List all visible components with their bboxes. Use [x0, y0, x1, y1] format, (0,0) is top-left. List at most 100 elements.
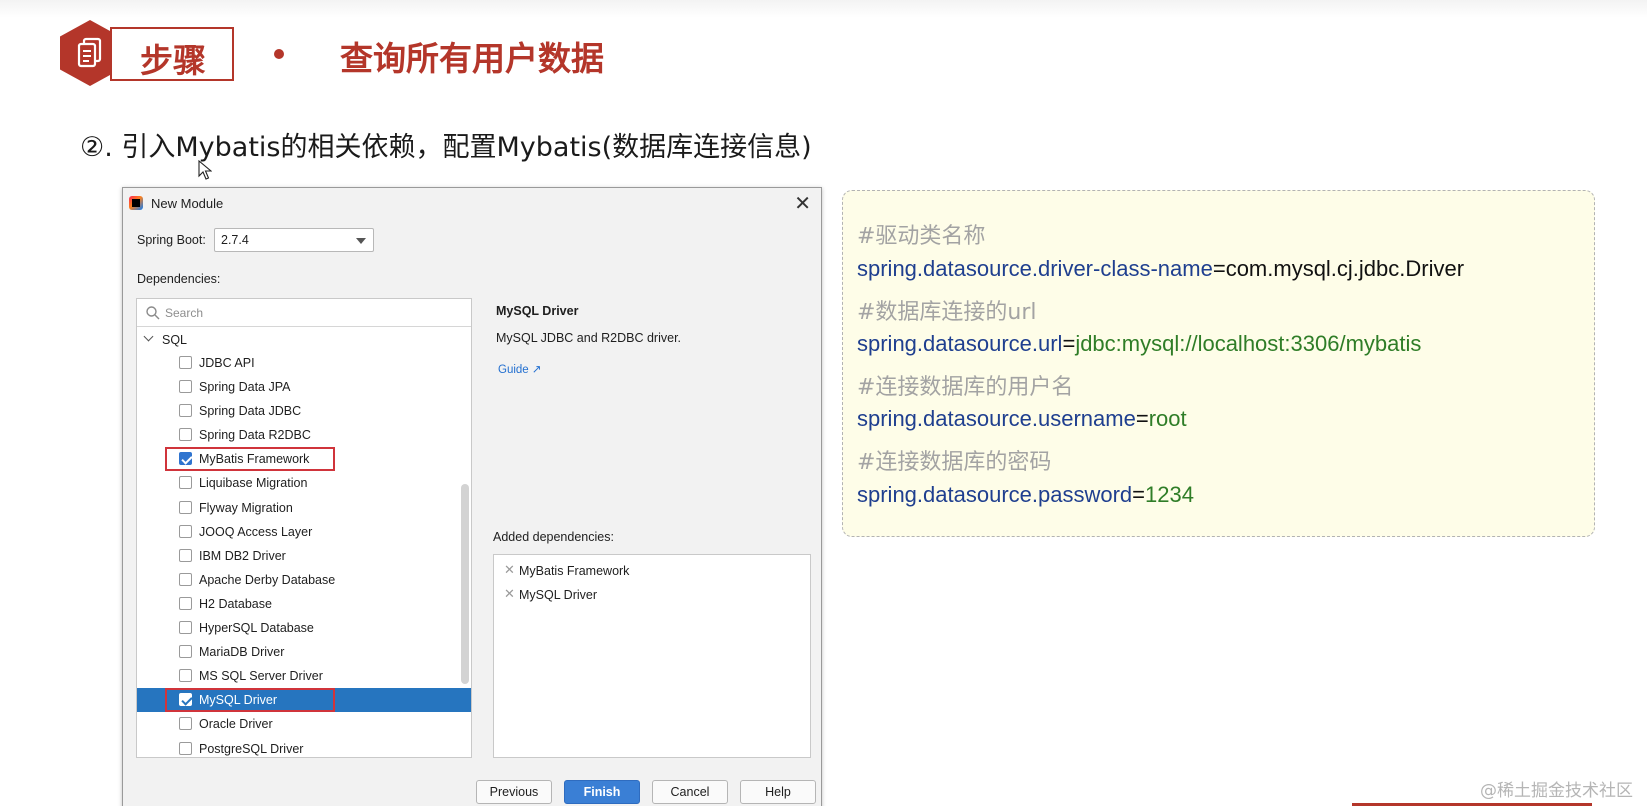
- dependency-list: JDBC API Spring Data JPA Spring Data JDB…: [137, 351, 471, 758]
- document-icon: [77, 37, 102, 68]
- dependency-row[interactable]: H2 Database: [137, 592, 471, 616]
- step-label: 步骤: [140, 41, 206, 80]
- dependency-checkbox[interactable]: [179, 500, 192, 514]
- dependency-label: Liquibase Migration: [199, 476, 308, 491]
- config-equals: =: [1062, 331, 1076, 356]
- dependency-label: MySQL Driver: [199, 693, 278, 708]
- dependency-checkbox[interactable]: [179, 548, 192, 562]
- config-key: spring.datasource.url: [857, 331, 1063, 356]
- dependency-label: JOOQ Access Layer: [199, 524, 313, 539]
- dependency-row[interactable]: Spring Data R2DBC: [137, 423, 471, 447]
- dialog-title-bar: New Module ✕: [123, 188, 821, 218]
- pass-line: spring.datasource.password=1234: [857, 482, 1194, 508]
- chevron-down-icon[interactable]: [143, 331, 154, 342]
- dependency-row[interactable]: Liquibase Migration: [137, 471, 471, 495]
- dependency-checkbox[interactable]: [179, 404, 192, 418]
- dependency-row[interactable]: JOOQ Access Layer: [137, 520, 471, 544]
- user-comment: #连接数据库的用户名: [857, 375, 1074, 400]
- dependency-checkbox[interactable]: [179, 645, 192, 659]
- tree-group-label: SQL: [162, 333, 188, 347]
- tree-group-sql[interactable]: SQL: [137, 327, 471, 351]
- user-line: spring.datasource.username=root: [857, 406, 1187, 432]
- config-value: com.mysql.cj.jdbc.Driver: [1225, 256, 1465, 281]
- dependency-label: Apache Derby Database: [199, 572, 336, 587]
- dependency-label: JDBC API: [199, 356, 255, 370]
- dependency-checkbox[interactable]: [179, 741, 192, 755]
- dependency-row-mybatis[interactable]: MyBatis Framework: [137, 447, 471, 472]
- dependency-checkbox[interactable]: [179, 428, 192, 442]
- dependency-label: H2 Database: [199, 596, 272, 611]
- remove-icon[interactable]: ✕: [504, 586, 515, 602]
- dependency-checkbox[interactable]: [179, 717, 192, 731]
- search-icon: [146, 306, 160, 320]
- dependency-label: MariaDB Driver: [199, 645, 285, 660]
- guide-link[interactable]: Guide ↗: [498, 362, 542, 376]
- dependency-row[interactable]: Spring Data JPA: [137, 375, 471, 399]
- help-button[interactable]: Help: [740, 780, 816, 804]
- dependency-label: Flyway Migration: [199, 500, 293, 515]
- added-dependency-item: ✕ MySQL Driver: [494, 582, 810, 606]
- spring-boot-version-select[interactable]: 2.7.4: [214, 228, 374, 252]
- watermark: @稀土掘金技术社区: [1480, 781, 1633, 801]
- spring-boot-label: Spring Boot:: [137, 233, 206, 247]
- dependency-checkbox[interactable]: [179, 572, 192, 586]
- added-dependency-label: MyBatis Framework: [519, 564, 630, 578]
- dependency-search-input[interactable]: Search: [137, 299, 471, 327]
- dependency-checkbox[interactable]: [179, 356, 192, 369]
- spring-boot-version-value: 2.7.4: [221, 233, 249, 247]
- dependency-row[interactable]: MariaDB Driver: [137, 640, 471, 664]
- finish-button[interactable]: Finish: [564, 780, 640, 804]
- dependency-label: HyperSQL Database: [199, 621, 314, 636]
- config-code-box: #驱动类名称 spring.datasource.driver-class-na…: [842, 190, 1595, 537]
- dependency-checkbox[interactable]: [179, 669, 192, 683]
- config-key: spring.datasource.username: [857, 406, 1136, 431]
- previous-button[interactable]: Previous: [476, 780, 552, 804]
- config-value: 1234: [1145, 482, 1194, 507]
- config-equals: =: [1212, 256, 1226, 281]
- dependency-row[interactable]: HyperSQL Database: [137, 616, 471, 640]
- dependency-row[interactable]: JDBC API: [137, 351, 471, 375]
- dependency-row-mysql-selected[interactable]: MySQL Driver: [137, 688, 471, 713]
- cancel-button[interactable]: Cancel: [652, 780, 728, 804]
- dependency-checkbox[interactable]: [179, 621, 192, 635]
- mouse-cursor-icon: [198, 160, 212, 180]
- dependency-label: Oracle Driver: [199, 717, 273, 732]
- slide-title: 查询所有用户数据: [340, 39, 604, 78]
- url-comment: #数据库连接的url: [857, 300, 1037, 325]
- dependency-checkbox[interactable]: [179, 596, 192, 610]
- url-line: spring.datasource.url=jdbc:mysql://local…: [857, 331, 1421, 357]
- dependency-checkbox-checked[interactable]: [179, 452, 192, 466]
- dependency-label: PostgreSQL Driver: [199, 741, 304, 756]
- dependency-row[interactable]: IBM DB2 Driver: [137, 544, 471, 568]
- config-key: spring.datasource.password: [857, 482, 1133, 507]
- search-placeholder: Search: [165, 306, 204, 320]
- dependency-label: Spring Data JPA: [199, 380, 291, 395]
- dependency-row[interactable]: Oracle Driver: [137, 712, 471, 736]
- added-dependency-label: MySQL Driver: [519, 588, 598, 602]
- dependency-label: MS SQL Server Driver: [199, 669, 323, 684]
- dependency-info-description: MySQL JDBC and R2DBC driver.: [496, 331, 682, 345]
- dependency-row[interactable]: PostgreSQL Driver: [137, 737, 471, 758]
- dependency-row[interactable]: Flyway Migration: [137, 496, 471, 520]
- close-icon[interactable]: ✕: [794, 191, 811, 216]
- chevron-down-icon: [356, 238, 366, 244]
- intellij-app-icon: [129, 196, 143, 210]
- driver-line: spring.datasource.driver-class-name=com.…: [857, 256, 1464, 282]
- top-shadow-bar: [0, 0, 1647, 18]
- added-dependencies-list: ✕ MyBatis Framework ✕ MySQL Driver: [493, 554, 811, 758]
- dependency-row[interactable]: Spring Data JDBC: [137, 399, 471, 423]
- config-value: root: [1148, 406, 1187, 431]
- config-key: spring.datasource.driver-class-name: [857, 256, 1213, 281]
- title-bullet: [274, 49, 284, 59]
- scrollbar-thumb[interactable]: [461, 484, 469, 684]
- dependency-row[interactable]: MS SQL Server Driver: [137, 664, 471, 688]
- config-value: jdbc:mysql://localhost:3306/mybatis: [1075, 331, 1422, 356]
- remove-icon[interactable]: ✕: [504, 562, 515, 578]
- dependency-checkbox[interactable]: [179, 476, 192, 490]
- config-equals: =: [1132, 482, 1146, 507]
- dependency-checkbox[interactable]: [179, 524, 192, 538]
- dependency-row[interactable]: Apache Derby Database: [137, 568, 471, 592]
- dependency-label: Spring Data JDBC: [199, 404, 302, 419]
- dependency-checkbox-checked[interactable]: [179, 693, 192, 707]
- dependency-checkbox[interactable]: [179, 380, 192, 394]
